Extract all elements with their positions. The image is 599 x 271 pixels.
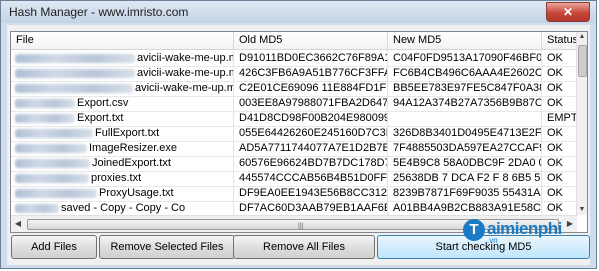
hash-manager-window: Hash Manager - www.imristo.com ✕ File Ol… bbox=[0, 0, 597, 269]
file-name: avicii-wake-me-up.mp3 - bbox=[137, 67, 233, 79]
remove-selected-files-button[interactable]: Remove Selected Files bbox=[99, 235, 235, 259]
file-name: proxies.txt bbox=[91, 172, 142, 184]
file-name: Export.csv bbox=[77, 97, 129, 109]
redacted-path bbox=[15, 189, 97, 198]
file-name: Export.txt bbox=[77, 112, 124, 124]
file-list[interactable]: File Old MD5 New MD5 Status avicii-wake-… bbox=[10, 31, 588, 233]
title-bar[interactable]: Hash Manager - www.imristo.com ✕ bbox=[1, 1, 596, 23]
column-header-file[interactable]: File bbox=[11, 32, 234, 49]
remove-all-files-button[interactable]: Remove All Files bbox=[233, 235, 375, 259]
redacted-path bbox=[15, 114, 75, 123]
file-name: ProxyUsage.txt bbox=[99, 187, 174, 199]
redacted-path bbox=[15, 174, 89, 183]
file-name: FullExport.txt bbox=[95, 127, 160, 139]
logo-name: aimienphi bbox=[487, 219, 562, 238]
list-header: File Old MD5 New MD5 Status bbox=[11, 32, 577, 50]
redacted-path bbox=[15, 69, 135, 78]
redacted-path bbox=[15, 204, 59, 213]
add-files-button[interactable]: Add Files bbox=[11, 235, 97, 259]
file-name: saved - Copy - Copy - Co bbox=[61, 202, 186, 214]
redacted-path bbox=[15, 99, 75, 108]
redacted-path bbox=[15, 159, 90, 168]
close-icon: ✕ bbox=[562, 5, 574, 19]
file-name: avicii-wake-me-up.mp3 - bbox=[137, 52, 233, 64]
file-name: JoinedExport.txt bbox=[92, 157, 171, 169]
logo-suffix: .vn bbox=[487, 236, 498, 245]
vertical-scroll-thumb[interactable] bbox=[578, 45, 587, 77]
column-header-old-md5[interactable]: Old MD5 bbox=[234, 32, 388, 49]
column-header-new-md5[interactable]: New MD5 bbox=[388, 32, 542, 49]
scroll-left-icon[interactable]: ◀ bbox=[11, 216, 25, 232]
redacted-path bbox=[15, 54, 135, 63]
scroll-down-icon[interactable]: ▼ bbox=[577, 205, 587, 215]
close-button[interactable]: ✕ bbox=[546, 2, 590, 22]
redacted-path bbox=[15, 144, 87, 153]
scroll-up-icon[interactable]: ▲ bbox=[577, 32, 587, 42]
redacted-path bbox=[15, 129, 93, 138]
redacted-path bbox=[15, 84, 133, 93]
logo-icon: T bbox=[463, 219, 485, 241]
file-name: avicii-wake-me-up.mp3.m bbox=[135, 82, 233, 94]
window-title: Hash Manager - www.imristo.com bbox=[9, 5, 189, 19]
vertical-scrollbar[interactable]: ▲ ▼ bbox=[576, 32, 587, 215]
file-name: ImageResizer.exe bbox=[89, 142, 178, 154]
grip-icon: ||| bbox=[298, 223, 304, 230]
watermark-logo: T aimienphi .vn bbox=[463, 215, 593, 245]
column-header-status[interactable]: Status bbox=[542, 32, 577, 49]
